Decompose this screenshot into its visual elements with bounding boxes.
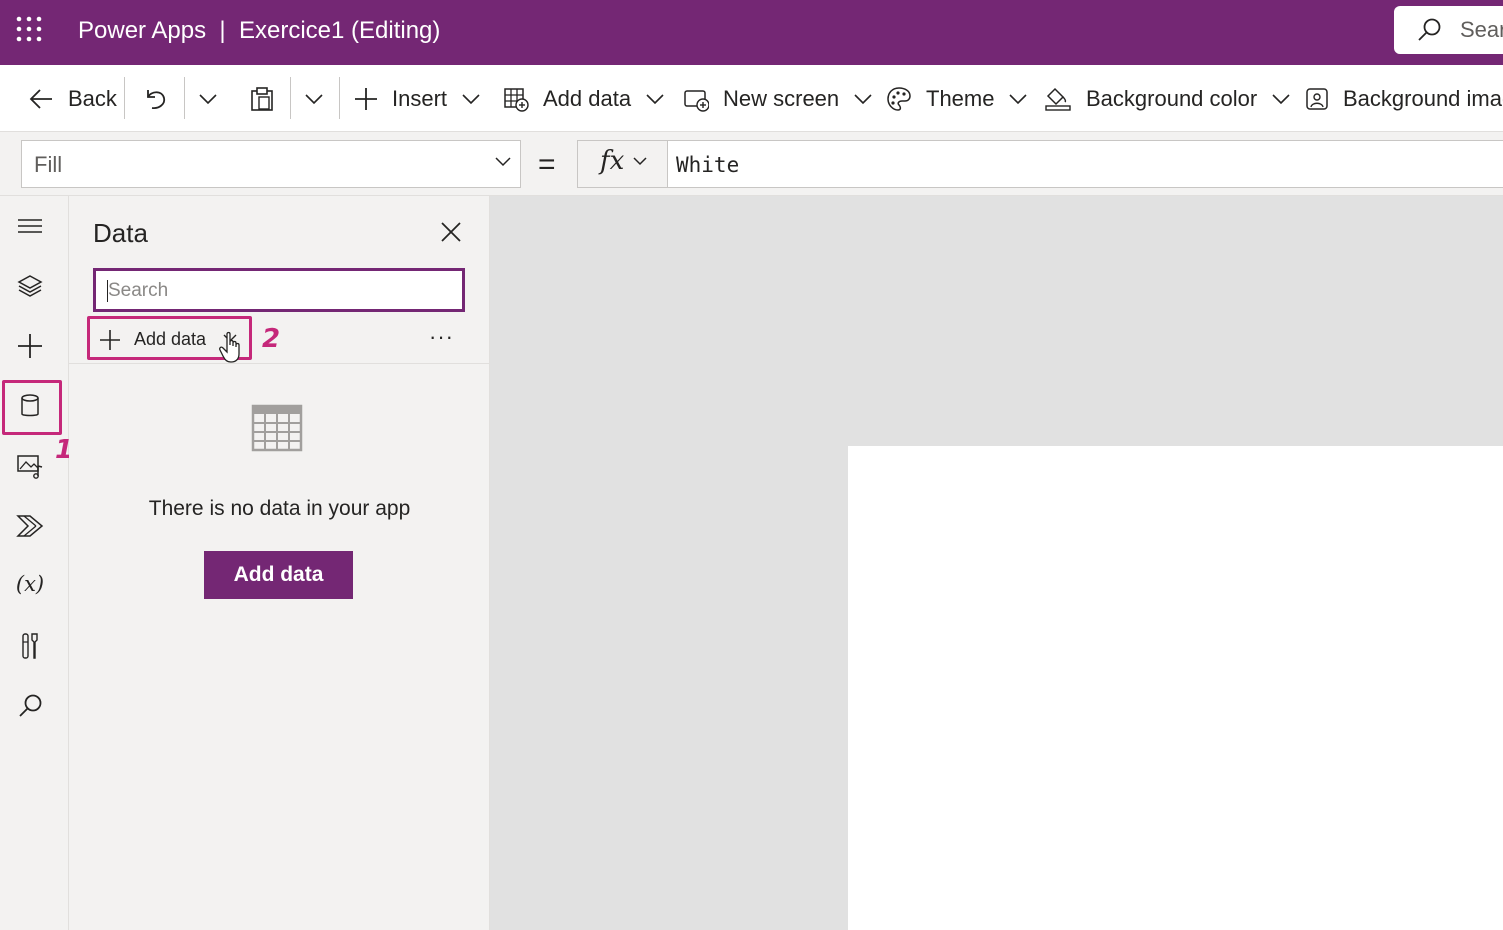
data-search-input[interactable]: Search — [93, 268, 465, 312]
separator — [339, 77, 340, 119]
formula-value: White — [676, 153, 740, 177]
formula-input[interactable]: White — [667, 140, 1503, 188]
new-screen-icon — [684, 89, 709, 112]
plus-icon — [100, 330, 120, 350]
app-header: Power Apps | Exercice1 (Editing) Search — [0, 0, 1503, 65]
back-label: Back — [68, 85, 117, 111]
rail-power-automate[interactable] — [12, 508, 48, 544]
background-color-button[interactable]: Background color — [1044, 65, 1291, 131]
global-search-box[interactable]: Search — [1394, 6, 1503, 54]
annotation-step-2: 2 — [262, 324, 281, 354]
data-search-placeholder: Search — [108, 280, 169, 301]
rail-insert[interactable] — [12, 328, 48, 364]
chevron-down-icon — [462, 93, 480, 104]
image-icon — [1306, 87, 1328, 110]
media-icon — [17, 455, 43, 479]
more-options-button[interactable]: ··· — [429, 326, 454, 348]
equals-sign: = — [538, 148, 556, 181]
app-title: Power Apps | Exercice1 (Editing) — [78, 17, 441, 44]
rail-media[interactable] — [12, 448, 48, 484]
theme-button[interactable]: Theme — [886, 65, 1028, 131]
search-icon — [19, 694, 42, 717]
palette-icon — [887, 86, 911, 111]
left-rail: (x) — [0, 196, 69, 930]
separator — [184, 77, 185, 119]
empty-state-message: There is no data in your app — [148, 497, 411, 520]
chevron-down-icon — [854, 93, 872, 104]
variables-icon: (x) — [15, 572, 45, 596]
add-data-button[interactable]: Add data — [204, 551, 353, 599]
close-icon[interactable] — [439, 220, 463, 244]
arrow-left-icon — [29, 88, 52, 109]
app-screen[interactable] — [848, 446, 1503, 930]
rail-menu[interactable] — [12, 208, 48, 244]
undo-icon — [147, 89, 166, 109]
undo-button[interactable] — [142, 65, 168, 131]
chevron-down-icon — [1009, 93, 1028, 104]
clipboard-icon — [251, 86, 273, 111]
background-image-label: Background image — [1343, 85, 1503, 111]
insert-button[interactable]: Insert — [354, 65, 481, 131]
paste-menu-button[interactable] — [304, 65, 324, 131]
background-image-button[interactable]: Background image — [1305, 65, 1503, 131]
undo-menu-button[interactable] — [198, 65, 218, 131]
chevron-down-icon — [646, 93, 664, 104]
theme-label: Theme — [926, 85, 995, 111]
data-pane: Data Search Add data 2 ··· There is no d… — [69, 196, 490, 930]
rail-advanced-tools[interactable] — [12, 628, 48, 664]
paste-button[interactable] — [249, 65, 275, 131]
data-rail-highlight — [2, 380, 62, 435]
hand-cursor-icon — [219, 331, 240, 363]
paint-bucket-icon — [1045, 87, 1071, 111]
pane-title: Data — [93, 218, 148, 248]
new-screen-label: New screen — [723, 85, 840, 111]
back-button[interactable]: Back — [28, 65, 117, 131]
divider — [69, 363, 490, 364]
hamburger-icon — [18, 219, 42, 233]
add-data-dropdown-label: Add data — [134, 329, 207, 349]
fx-label: fx — [600, 146, 625, 176]
waffle-icon[interactable] — [16, 16, 42, 42]
table-icon — [251, 404, 303, 452]
rail-tree-view[interactable] — [12, 268, 48, 304]
power-automate-icon — [16, 515, 44, 537]
property-value: Fill — [34, 152, 63, 177]
chevron-down-icon — [199, 93, 217, 104]
layers-icon — [17, 275, 43, 297]
add-data-command-label: Add data — [543, 85, 632, 111]
insert-label: Insert — [392, 85, 448, 111]
rail-search[interactable] — [12, 688, 48, 724]
table-add-icon — [504, 87, 529, 112]
property-dropdown[interactable]: Fill — [21, 140, 521, 188]
function-button[interactable]: fx — [577, 140, 668, 188]
chevron-down-icon — [633, 157, 647, 166]
add-data-command[interactable]: Add data — [503, 65, 665, 131]
background-color-label: Background color — [1086, 85, 1258, 111]
advanced-tools-icon — [22, 633, 38, 659]
chevron-down-icon — [1272, 93, 1290, 104]
global-search-placeholder: Search — [1460, 17, 1503, 42]
separator — [124, 77, 125, 119]
chevron-down-icon — [495, 157, 511, 167]
separator — [290, 77, 291, 119]
rail-variables[interactable]: (x) — [12, 566, 48, 602]
command-bar: Back Insert Add data New screen Theme Ba… — [0, 65, 1503, 132]
search-icon — [1418, 18, 1441, 41]
plus-icon — [355, 87, 377, 110]
new-screen-button[interactable]: New screen — [683, 65, 873, 131]
chevron-down-icon — [305, 93, 323, 104]
insert-plus-icon — [18, 334, 42, 358]
